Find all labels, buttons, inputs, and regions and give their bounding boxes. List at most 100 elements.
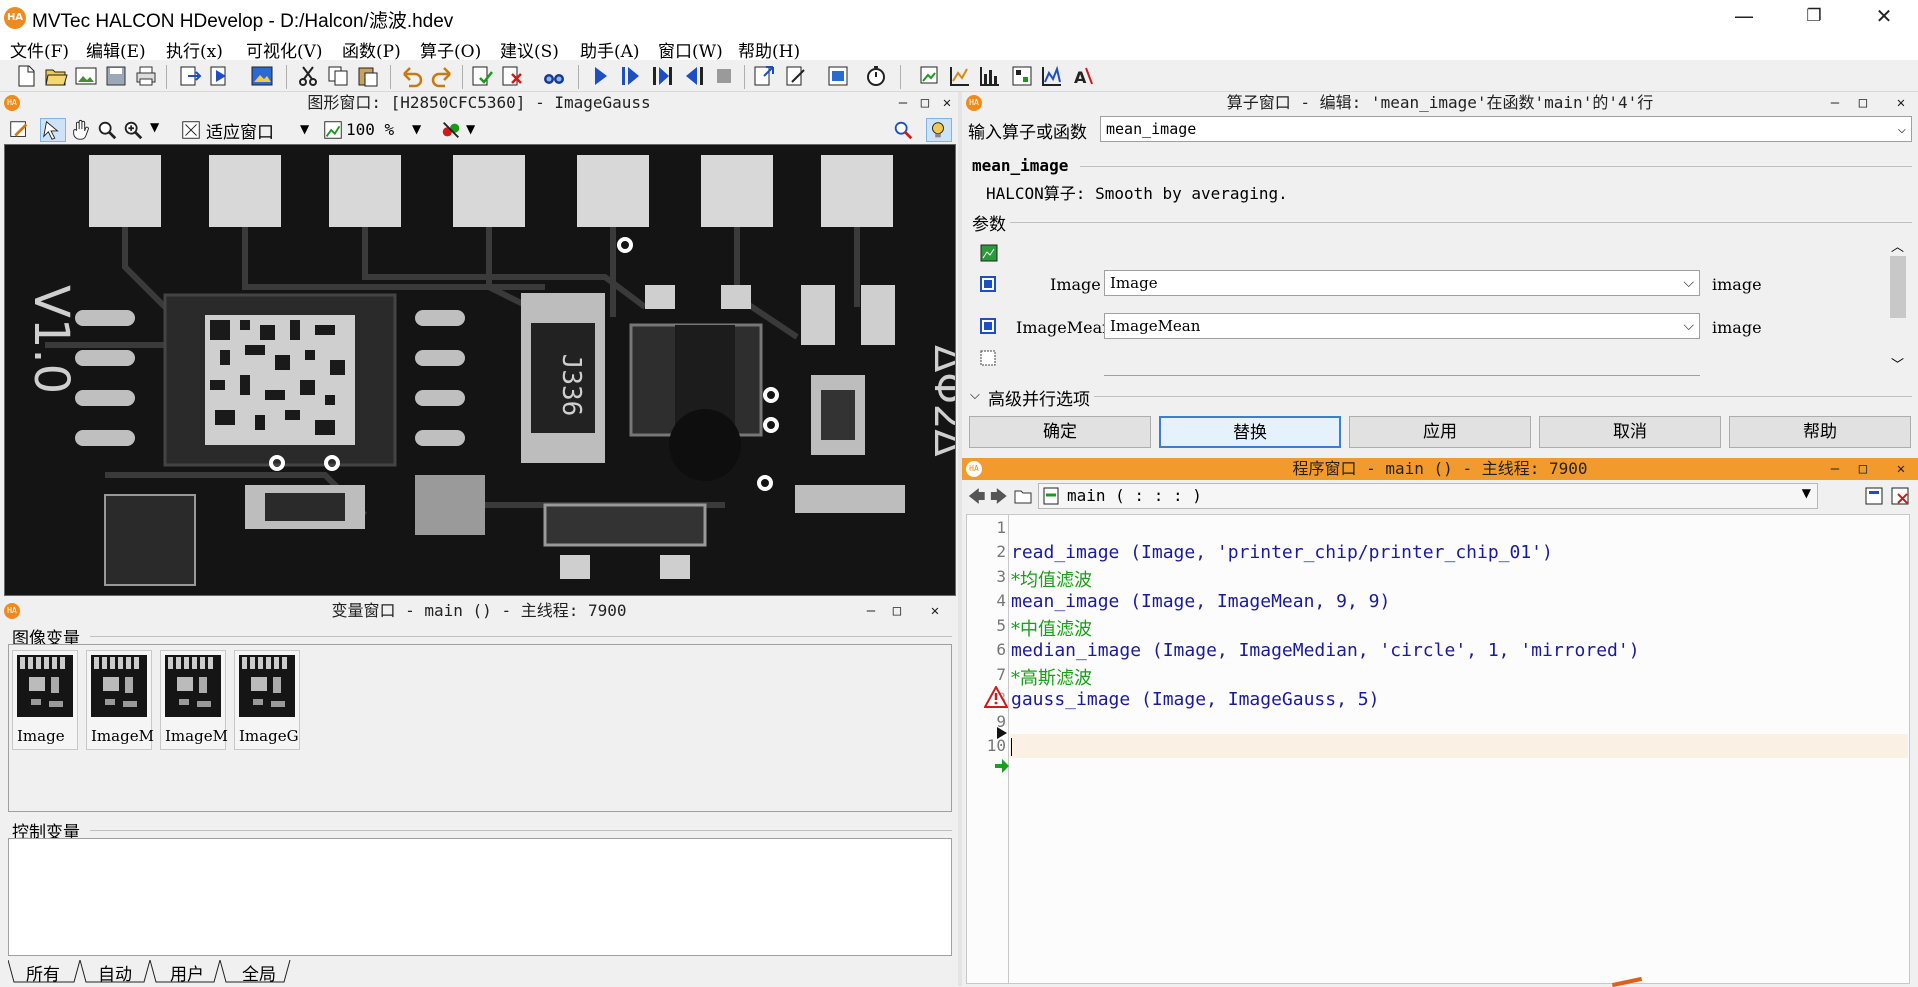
program-close-button[interactable]: ✕ xyxy=(1890,458,1912,480)
ok-button[interactable]: 确定 xyxy=(969,416,1151,448)
step-into-icon[interactable] xyxy=(650,64,674,88)
edit-program-icon[interactable] xyxy=(784,64,808,88)
color-picker-icon[interactable] xyxy=(440,119,462,141)
line-profile-icon[interactable] xyxy=(948,64,972,88)
replace-button[interactable]: 替换 xyxy=(1159,416,1341,448)
collapse-chevron-icon[interactable]: ⌵ xyxy=(970,388,980,403)
chevron-down-icon[interactable]: ⌵ xyxy=(1898,117,1906,141)
redo-icon[interactable] xyxy=(430,64,454,88)
scrollbar-thumb[interactable] xyxy=(1890,256,1906,318)
variable-close-button[interactable]: ✕ xyxy=(924,600,946,622)
graphics-image-canvas[interactable]: J336 V1.0 ΔΦ2Δ xyxy=(4,144,956,596)
activate-line-icon[interactable] xyxy=(470,64,494,88)
fit-window-icon[interactable] xyxy=(180,119,202,141)
graphics-maximize-button[interactable]: □ xyxy=(914,92,936,114)
menu-operators[interactable]: 算子(O) xyxy=(420,37,481,62)
menu-assistants[interactable]: 助手(A) xyxy=(580,37,640,62)
scroll-down-icon[interactable]: ﹀ xyxy=(1891,354,1904,373)
menu-procedures[interactable]: 函数(P) xyxy=(342,37,401,62)
image-variable-thumb[interactable]: ImageG xyxy=(234,650,300,750)
step-over-icon[interactable] xyxy=(618,64,642,88)
graphics-minimize-button[interactable]: — xyxy=(892,92,914,114)
procedure-settings-icon[interactable] xyxy=(1864,486,1884,506)
feature-inspect-icon[interactable] xyxy=(1010,64,1034,88)
apply-button[interactable]: 应用 xyxy=(1349,416,1531,448)
param-image-select[interactable]: Image ⌵ xyxy=(1104,270,1700,296)
program-folder-icon[interactable] xyxy=(1014,488,1032,504)
operator-search-input[interactable]: mean_image ⌵ xyxy=(1100,116,1912,142)
maximize-button[interactable]: ❐ xyxy=(1784,0,1844,34)
zoom-dropdown-chevron-icon[interactable]: ▼ xyxy=(150,120,159,134)
pan-hand-icon[interactable] xyxy=(70,119,92,141)
open-image-icon[interactable] xyxy=(74,64,98,88)
operator-maximize-button[interactable]: □ xyxy=(1852,92,1874,114)
gray-histogram-icon[interactable] xyxy=(1040,64,1064,88)
image-variable-thumb[interactable]: Image xyxy=(12,650,78,750)
operator-window-icon[interactable] xyxy=(826,64,850,88)
open-file-icon[interactable] xyxy=(44,64,68,88)
copy-icon[interactable] xyxy=(326,64,350,88)
chevron-down-icon[interactable]: ▼ xyxy=(1802,486,1811,500)
image-variable-thumb[interactable]: ImageM xyxy=(86,650,154,750)
tab-user[interactable]: 用户 xyxy=(170,960,204,985)
chevron-down-icon[interactable]: ⌵ xyxy=(1683,314,1694,338)
export-program-icon[interactable] xyxy=(208,64,232,88)
tab-global[interactable]: 全局 xyxy=(242,960,276,985)
edit-graphics-icon[interactable] xyxy=(8,119,30,141)
save-icon[interactable] xyxy=(104,64,128,88)
operator-minimize-button[interactable]: — xyxy=(1824,92,1846,114)
step-out-icon[interactable] xyxy=(682,64,706,88)
run-icon[interactable] xyxy=(588,64,612,88)
code-line[interactable]: median_image (Image, ImageMedian, 'circl… xyxy=(1011,640,1640,664)
procedure-selector[interactable]: main ( : : : ) ▼ xyxy=(1038,483,1818,509)
menu-visualization[interactable]: 可视化(V) xyxy=(246,37,323,62)
color-dropdown-chevron-icon[interactable]: ▼ xyxy=(466,122,475,136)
insert-image-icon[interactable] xyxy=(250,64,274,88)
code-line[interactable]: mean_image (Image, ImageMean, 9, 9) xyxy=(1011,591,1390,615)
stop-icon[interactable] xyxy=(712,64,736,88)
paste-icon[interactable] xyxy=(356,64,380,88)
code-comment-line[interactable]: *高斯滤波 xyxy=(1011,664,1092,689)
zoom-level-value[interactable]: 100 % xyxy=(346,120,394,139)
param-imagemean-select[interactable]: ImageMean ⌵ xyxy=(1104,313,1700,339)
fit-window-label[interactable]: 适应窗口 xyxy=(206,118,274,143)
code-line[interactable]: read_image (Image, 'printer_chip/printer… xyxy=(1011,542,1553,566)
menu-window[interactable]: 窗口(W) xyxy=(658,37,723,62)
menu-execute[interactable]: 执行(x) xyxy=(166,37,223,62)
tab-auto[interactable]: 自动 xyxy=(98,960,132,985)
operator-close-button[interactable]: ✕ xyxy=(1890,92,1912,114)
cut-icon[interactable] xyxy=(296,64,320,88)
find-icon[interactable] xyxy=(542,64,566,88)
program-maximize-button[interactable]: □ xyxy=(1852,458,1874,480)
help-button[interactable]: 帮助 xyxy=(1729,416,1911,448)
chevron-down-icon[interactable]: ⌵ xyxy=(1683,271,1694,295)
menu-file[interactable]: 文件(F) xyxy=(10,37,69,62)
zoom-level-dropdown-chevron-icon[interactable]: ▼ xyxy=(412,122,421,136)
code-comment-line[interactable]: *中值滤波 xyxy=(1011,615,1092,640)
pointer-tool-button[interactable] xyxy=(40,118,66,142)
graphics-close-button[interactable]: ✕ xyxy=(936,92,958,114)
forward-arrow-icon[interactable]: 🡆 xyxy=(990,484,1008,513)
ocr-assistant-icon[interactable]: A xyxy=(1072,64,1096,88)
graphics-settings-icon[interactable] xyxy=(892,119,914,141)
delete-procedure-icon[interactable] xyxy=(1890,486,1910,506)
menu-help[interactable]: 帮助(H) xyxy=(738,37,800,62)
image-variable-thumb[interactable]: ImageM xyxy=(160,650,228,750)
menu-suggestions[interactable]: 建议(S) xyxy=(500,37,559,62)
program-minimize-button[interactable]: — xyxy=(1824,458,1846,480)
back-arrow-icon[interactable]: 🡄 xyxy=(968,484,986,513)
menu-edit[interactable]: 编辑(E) xyxy=(86,37,146,62)
fit-dropdown-chevron-icon[interactable]: ▼ xyxy=(300,122,309,136)
light-bulb-button[interactable] xyxy=(926,118,952,142)
zoom-icon[interactable] xyxy=(122,119,144,141)
tab-all[interactable]: 所有 xyxy=(26,960,60,985)
advanced-options-label[interactable]: 高级并行选项 xyxy=(988,385,1090,410)
variable-minimize-button[interactable]: — xyxy=(860,600,882,622)
variable-maximize-button[interactable]: □ xyxy=(886,600,908,622)
undo-icon[interactable] xyxy=(400,64,424,88)
export-icon[interactable] xyxy=(178,64,202,88)
code-line[interactable]: gauss_image (Image, ImageGauss, 5) xyxy=(1011,689,1379,713)
histogram-icon[interactable] xyxy=(978,64,1002,88)
magnifier-icon[interactable] xyxy=(96,119,118,141)
close-button[interactable]: ✕ xyxy=(1854,0,1914,34)
